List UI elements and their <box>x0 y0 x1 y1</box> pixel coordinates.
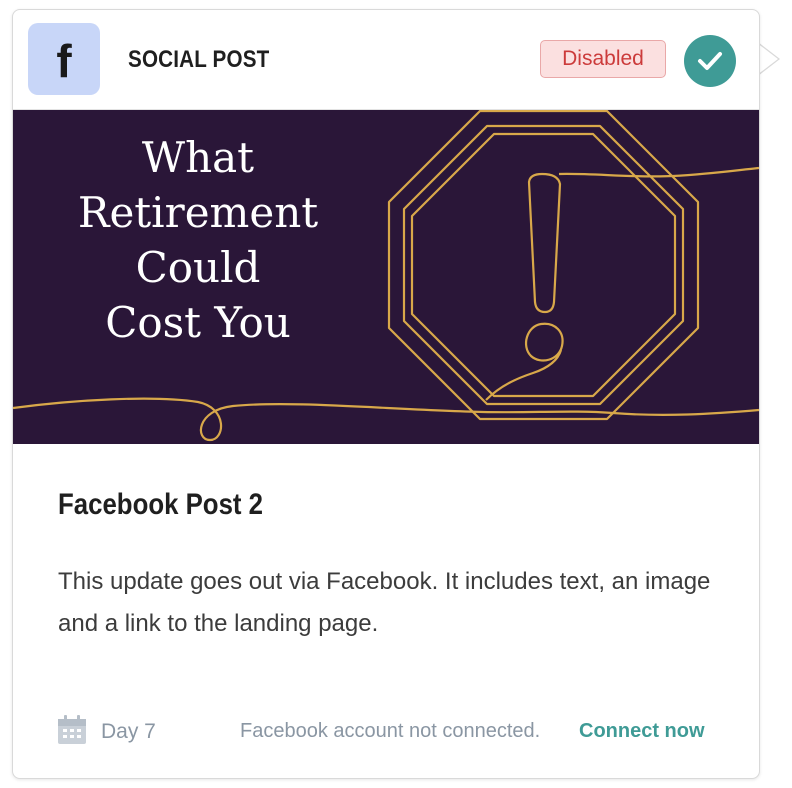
image-headline: What Retirement Could Cost You <box>77 133 319 347</box>
schedule-day: Day 7 <box>101 720 156 743</box>
card-pointer-inner <box>757 43 778 75</box>
facebook-icon-glyph: f <box>56 35 72 87</box>
status-badge: Disabled <box>540 40 666 78</box>
connection-status-text: Facebook account not connected. <box>240 720 541 742</box>
card-footer: Day 7 Facebook account not connected. Co… <box>13 714 759 754</box>
post-title: Facebook Post 2 <box>58 488 264 521</box>
post-image: What Retirement Could Cost You <box>13 110 759 444</box>
post-type-label: SOCIAL POST <box>128 46 270 73</box>
check-icon-glyph <box>698 52 722 70</box>
facebook-icon: f <box>28 23 100 95</box>
check-icon[interactable] <box>684 35 736 87</box>
card-header: f SOCIAL POST Disabled <box>13 10 759 110</box>
connect-now-link[interactable]: Connect now <box>579 720 705 743</box>
social-post-card[interactable]: f SOCIAL POST Disabled What Retirement C… <box>12 9 760 779</box>
calendar-icon <box>58 715 86 744</box>
post-description: This update goes out via Facebook. It in… <box>58 568 711 637</box>
